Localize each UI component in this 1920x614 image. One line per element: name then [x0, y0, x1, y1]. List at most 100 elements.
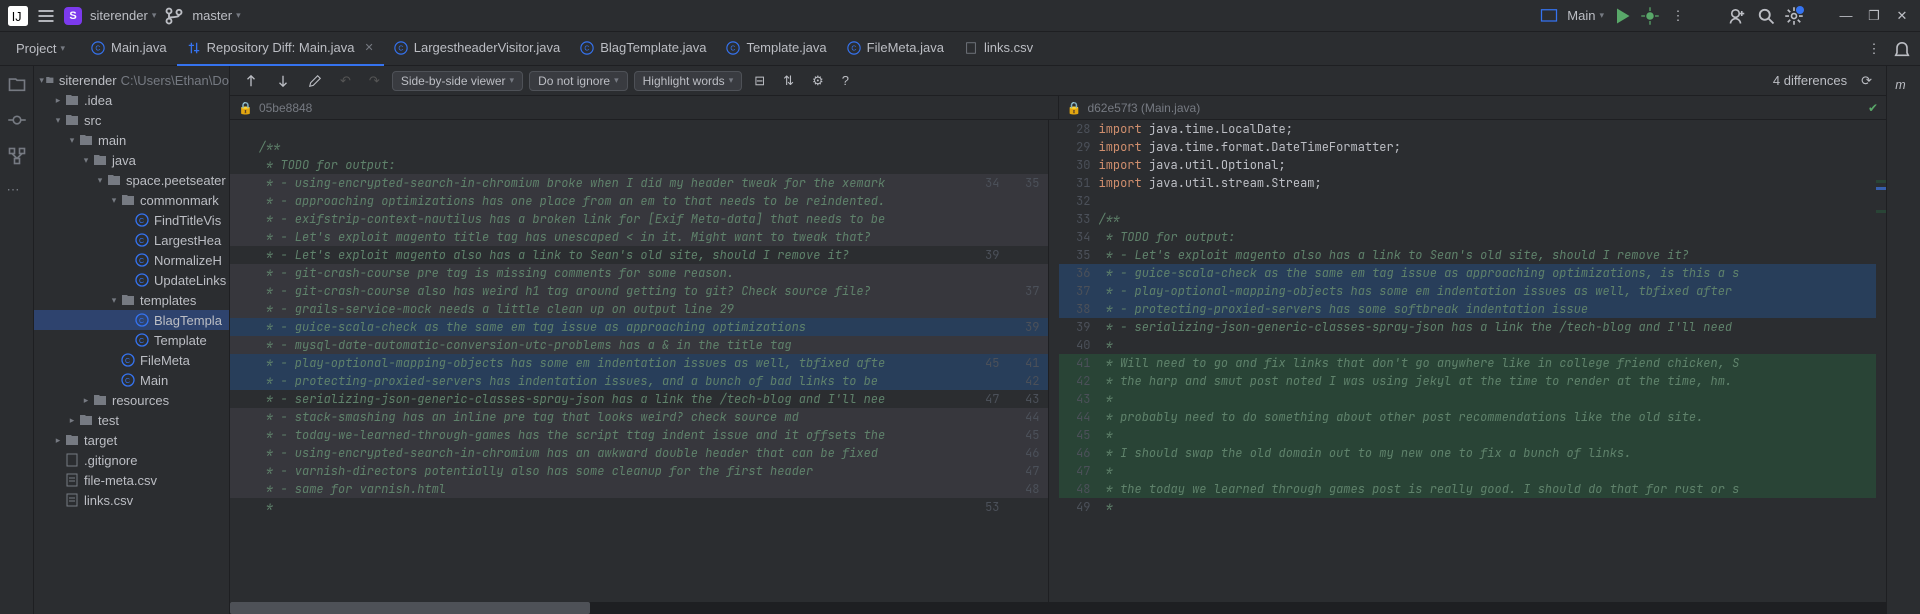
highlight-mode-select[interactable]: Highlight words▾	[634, 71, 743, 91]
expand-arrow[interactable]: ▾	[80, 155, 92, 166]
tab-overflow-icon[interactable]: ⋮	[1864, 39, 1884, 59]
tree-item[interactable]: ▾commonmark	[34, 190, 229, 210]
tree-item[interactable]: ▾src	[34, 110, 229, 130]
next-diff-button[interactable]	[270, 72, 296, 90]
editor-tab[interactable]: CMain.java	[81, 32, 177, 66]
minimize-icon[interactable]: —	[1836, 6, 1856, 26]
refresh-icon[interactable]: ⟳	[1855, 71, 1878, 91]
tree-item[interactable]: ▾space.peetseater	[34, 170, 229, 190]
left-marker-strip[interactable]	[1049, 120, 1059, 602]
vcs-branch-icon[interactable]	[164, 6, 184, 26]
structure-tool-icon[interactable]	[7, 146, 27, 166]
prev-diff-button[interactable]	[238, 72, 264, 90]
tree-item[interactable]: CNormalizeH	[34, 250, 229, 270]
run-target-icon[interactable]	[1539, 6, 1559, 26]
code-line[interactable]: * - approaching optimizations has one pl…	[230, 192, 1048, 210]
expand-arrow[interactable]: ▸	[52, 435, 64, 446]
tree-item[interactable]: ▸.idea	[34, 90, 229, 110]
code-line[interactable]: 39 * - serializing-json-generic-classes-…	[1059, 318, 1877, 336]
expand-arrow[interactable]: ▾	[52, 115, 64, 126]
editor-tab[interactable]: CFileMeta.java	[837, 32, 954, 66]
commit-tool-icon[interactable]	[7, 110, 27, 130]
run-config-dropdown[interactable]: Main▾	[1567, 8, 1604, 23]
code-line[interactable]: /**	[230, 138, 1048, 156]
code-line[interactable]: 31import java.util.stream.Stream;	[1059, 174, 1877, 192]
code-line[interactable]: 40 *	[1059, 336, 1877, 354]
code-line[interactable]: * - git-crash-course also has weird h1 t…	[230, 282, 1048, 300]
close-icon[interactable]: ✕	[361, 41, 374, 54]
code-line[interactable]: * - guice-scala-check as the same em tag…	[230, 318, 1048, 336]
ignore-mode-select[interactable]: Do not ignore▾	[529, 71, 628, 91]
editor-tab[interactable]: links.csv	[954, 32, 1043, 66]
editor-tab[interactable]: CLargestheaderVisitor.java	[384, 32, 570, 66]
code-line[interactable]: * TODO for output:	[230, 156, 1048, 174]
code-line[interactable]: * - play-optional-mapping-objects has so…	[230, 354, 1048, 372]
expand-arrow[interactable]: ▾	[108, 195, 120, 206]
code-line[interactable]: 30import java.util.Optional;	[1059, 156, 1877, 174]
code-line[interactable]: 32	[1059, 192, 1877, 210]
run-button[interactable]	[1612, 6, 1632, 26]
editor-tab[interactable]: Repository Diff: Main.java✕	[177, 32, 384, 66]
code-line[interactable]: * - mysql-date-automatic-conversion-utc-…	[230, 336, 1048, 354]
code-line[interactable]: * - Let's exploit magento also has a lin…	[230, 246, 1048, 264]
code-line[interactable]: * - using-encrypted-search-in-chromium h…	[230, 444, 1048, 462]
project-tool-label[interactable]: Project▾	[0, 41, 81, 56]
editor-tab[interactable]: CTemplate.java	[716, 32, 836, 66]
code-line[interactable]: 28import java.time.LocalDate;	[1059, 120, 1877, 138]
sync-scroll-icon[interactable]: ⇅	[777, 71, 800, 91]
code-line[interactable]: 49 *	[1059, 498, 1877, 516]
tree-item[interactable]: CTemplate	[34, 330, 229, 350]
scrollbar-thumb[interactable]	[230, 602, 590, 614]
debug-button[interactable]	[1640, 6, 1660, 26]
tree-item[interactable]: ▸resources	[34, 390, 229, 410]
tree-item[interactable]: ▸test	[34, 410, 229, 430]
code-line[interactable]: * - serializing-json-generic-classes-spr…	[230, 390, 1048, 408]
expand-arrow[interactable]: ▾	[94, 175, 106, 186]
code-line[interactable]: 42 * the harp and smut post noted I was …	[1059, 372, 1877, 390]
code-line[interactable]: * - same for varnish.html48	[230, 480, 1048, 498]
code-line[interactable]	[230, 120, 1048, 138]
right-pane[interactable]: 28import java.time.LocalDate;29import ja…	[1059, 120, 1877, 602]
right-marker-strip[interactable]	[1876, 120, 1886, 602]
expand-arrow[interactable]: ▸	[80, 395, 92, 406]
ai-tool-icon[interactable]: m	[1894, 74, 1914, 94]
tree-item[interactable]: CMain	[34, 370, 229, 390]
code-line[interactable]: 38 * - protecting-proxied-servers has so…	[1059, 300, 1877, 318]
tree-item[interactable]: CFileMeta	[34, 350, 229, 370]
hamburger-icon[interactable]	[36, 6, 56, 26]
code-line[interactable]: * - protecting-proxied-servers has inden…	[230, 372, 1048, 390]
code-line[interactable]: 29import java.time.format.DateTimeFormat…	[1059, 138, 1877, 156]
collaborator-icon[interactable]	[1728, 6, 1748, 26]
code-line[interactable]: 45 *	[1059, 426, 1877, 444]
code-line[interactable]: 41 * Will need to go and fix links that …	[1059, 354, 1877, 372]
settings-icon[interactable]	[1784, 6, 1804, 26]
code-line[interactable]: * - git-crash-course pre tag is missing …	[230, 264, 1048, 282]
editor-tab[interactable]: CBlagTemplate.java	[570, 32, 716, 66]
tree-item[interactable]: ▾siterenderC:\Users\Ethan\Do	[34, 70, 229, 90]
tree-item[interactable]: CUpdateLinks	[34, 270, 229, 290]
search-icon[interactable]	[1756, 6, 1776, 26]
settings-gear-icon[interactable]: ⚙	[806, 71, 830, 91]
code-line[interactable]: 33/**	[1059, 210, 1877, 228]
code-line[interactable]: 44 * probably need to do something about…	[1059, 408, 1877, 426]
code-line[interactable]: 48 * the today we learned through games …	[1059, 480, 1877, 498]
restore-icon[interactable]: ❐	[1864, 6, 1884, 26]
code-line[interactable]: 36 * - guice-scala-check as the same em …	[1059, 264, 1877, 282]
expand-arrow[interactable]: ▸	[66, 415, 78, 426]
edit-source-button[interactable]	[302, 72, 328, 90]
more-actions-icon[interactable]: ⋮	[1668, 6, 1688, 26]
project-name-dropdown[interactable]: siterender▾	[90, 8, 156, 23]
code-line[interactable]: * - Let's exploit magento title tag has …	[230, 228, 1048, 246]
tree-item[interactable]: ▾main	[34, 130, 229, 150]
tree-item[interactable]: CFindTitleVis	[34, 210, 229, 230]
expand-arrow[interactable]: ▾	[108, 295, 120, 306]
tree-item[interactable]: CLargestHea	[34, 230, 229, 250]
close-icon[interactable]: ✕	[1892, 6, 1912, 26]
code-line[interactable]: * - today-we-learned-through-games has t…	[230, 426, 1048, 444]
code-line[interactable]: *53	[230, 498, 1048, 516]
code-line[interactable]: 34 * TODO for output:	[1059, 228, 1877, 246]
project-tool-icon[interactable]	[7, 74, 27, 94]
horizontal-scrollbar[interactable]	[230, 602, 1886, 614]
tree-item[interactable]: CBlagTempla	[34, 310, 229, 330]
tree-item[interactable]: ▾templates	[34, 290, 229, 310]
